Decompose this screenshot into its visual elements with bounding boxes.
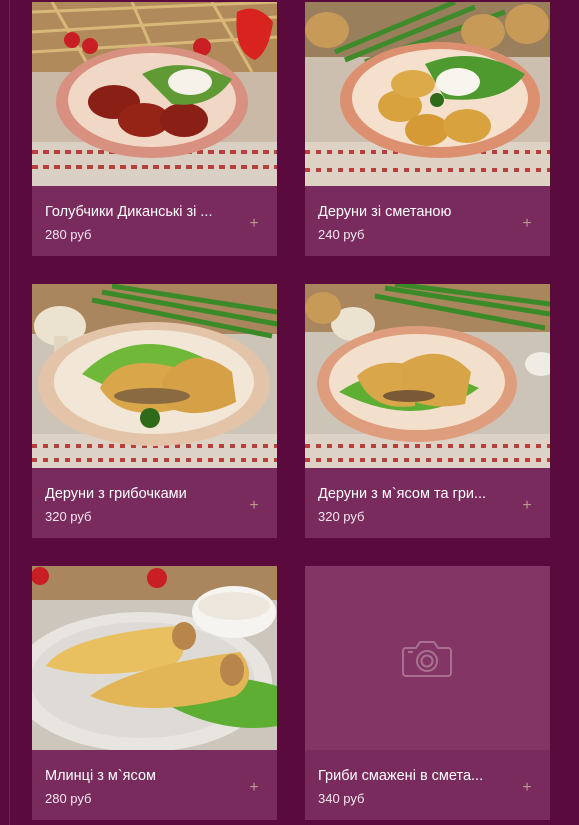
dish-name: Млинці з м`ясом	[45, 768, 156, 784]
dish-card[interactable]: Деруни з м`ясом та гри... 320 руб +	[305, 284, 550, 538]
dish-price: 320 руб	[318, 509, 365, 524]
dish-photo	[32, 2, 277, 186]
add-to-cart-icon[interactable]: +	[520, 216, 534, 232]
dish-card[interactable]: Млинці з м`ясом 280 руб +	[32, 566, 277, 820]
dish-card[interactable]: Деруни з грибочками 320 руб +	[32, 284, 277, 538]
add-to-cart-icon[interactable]: +	[247, 780, 261, 796]
add-to-cart-icon[interactable]: +	[520, 498, 534, 514]
sidebar-divider	[9, 0, 10, 825]
dish-name: Гриби смажені в смета...	[318, 768, 484, 784]
dish-info: Голубчики Диканські зі ... 280 руб +	[32, 186, 277, 256]
dish-card[interactable]: Деруни зі сметаною 240 руб +	[305, 2, 550, 256]
dish-info: Гриби смажені в смета... 340 руб +	[305, 750, 550, 820]
dish-photo	[32, 284, 277, 468]
dish-card[interactable]: Голубчики Диканські зі ... 280 руб +	[32, 2, 277, 256]
add-to-cart-icon[interactable]: +	[247, 216, 261, 232]
dish-name: Деруни зі сметаною	[318, 204, 452, 220]
dish-name: Голубчики Диканські зі ...	[45, 204, 213, 220]
dish-info: Деруни з м`ясом та гри... 320 руб +	[305, 468, 550, 538]
dish-name: Деруни з м`ясом та гри...	[318, 486, 487, 502]
dish-photo	[305, 284, 550, 468]
photo-placeholder	[305, 566, 550, 750]
dish-photo	[305, 2, 550, 186]
dish-info: Деруни зі сметаною 240 руб +	[305, 186, 550, 256]
dish-photo	[32, 566, 277, 750]
dish-name: Деруни з грибочками	[45, 486, 187, 502]
dish-info: Млинці з м`ясом 280 руб +	[32, 750, 277, 820]
dish-price: 340 руб	[318, 791, 365, 806]
dish-price: 240 руб	[318, 227, 365, 242]
dish-price: 280 руб	[45, 227, 92, 242]
dish-info: Деруни з грибочками 320 руб +	[32, 468, 277, 538]
add-to-cart-icon[interactable]: +	[247, 498, 261, 514]
dish-price: 280 руб	[45, 791, 92, 806]
add-to-cart-icon[interactable]: +	[520, 780, 534, 796]
dish-card[interactable]: Гриби смажені в смета... 340 руб +	[305, 566, 550, 820]
camera-icon	[402, 641, 452, 677]
dish-price: 320 руб	[45, 509, 92, 524]
